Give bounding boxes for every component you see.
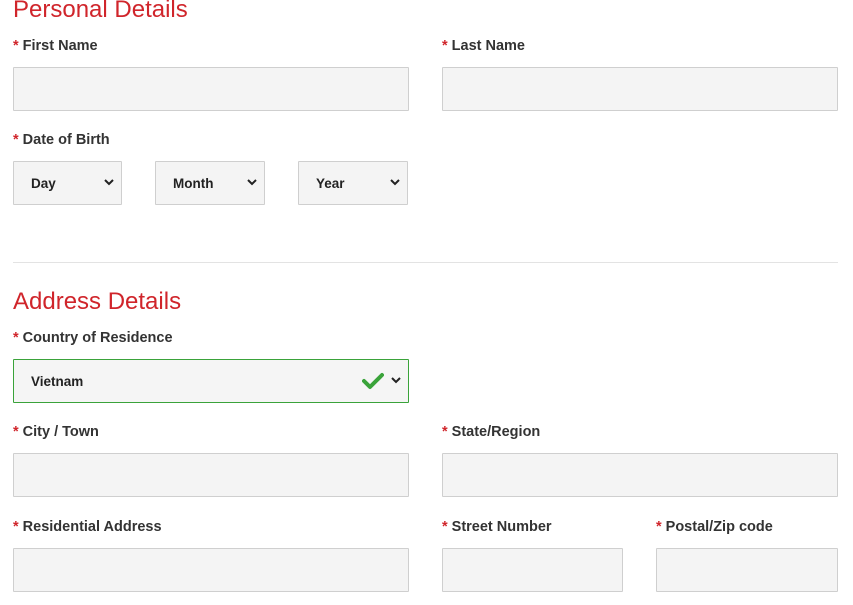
chevron-down-icon <box>391 377 401 384</box>
first-name-input[interactable] <box>13 67 409 111</box>
last-name-input[interactable] <box>442 67 838 111</box>
country-label-text: Country of Residence <box>22 330 173 346</box>
state-label: * State/Region <box>442 423 540 441</box>
required-marker: * <box>656 519 662 535</box>
street-number-input[interactable] <box>442 548 623 592</box>
city-label-text: City / Town <box>22 424 99 440</box>
last-name-label-text: Last Name <box>451 38 525 54</box>
dob-year-value: Year <box>316 175 345 191</box>
dob-day-select[interactable]: Day <box>13 161 122 205</box>
address-details-title: Address Details <box>13 288 182 315</box>
required-marker: * <box>13 519 19 535</box>
required-marker: * <box>442 38 448 54</box>
required-marker: * <box>442 519 448 535</box>
postal-code-label-text: Postal/Zip code <box>665 519 773 535</box>
city-label: * City / Town <box>13 423 99 441</box>
residential-address-label: * Residential Address <box>13 518 162 536</box>
last-name-label: * Last Name <box>442 37 525 55</box>
dob-month-select[interactable]: Month <box>155 161 265 205</box>
required-marker: * <box>13 38 19 54</box>
section-divider <box>13 262 838 263</box>
country-select[interactable]: Vietnam <box>13 359 409 403</box>
chevron-down-icon <box>390 179 400 186</box>
chevron-down-icon <box>247 179 257 186</box>
first-name-label: * First Name <box>13 37 98 55</box>
residential-address-label-text: Residential Address <box>22 519 162 535</box>
country-label: * Country of Residence <box>13 329 173 347</box>
country-value: Vietnam <box>31 373 84 389</box>
date-of-birth-label-text: Date of Birth <box>22 132 110 148</box>
dob-day-value: Day <box>31 175 56 191</box>
required-marker: * <box>442 424 448 440</box>
required-marker: * <box>13 132 19 148</box>
city-input[interactable] <box>13 453 409 497</box>
first-name-label-text: First Name <box>22 38 98 54</box>
dob-month-value: Month <box>173 175 214 191</box>
postal-code-input[interactable] <box>656 548 838 592</box>
residential-address-input[interactable] <box>13 548 409 592</box>
state-input[interactable] <box>442 453 838 497</box>
street-number-label: * Street Number <box>442 518 552 536</box>
dob-year-select[interactable]: Year <box>298 161 408 205</box>
checkmark-icon <box>362 373 384 389</box>
date-of-birth-label: * Date of Birth <box>13 131 110 149</box>
street-number-label-text: Street Number <box>451 519 552 535</box>
required-marker: * <box>13 330 19 346</box>
required-marker: * <box>13 424 19 440</box>
state-label-text: State/Region <box>451 424 541 440</box>
postal-code-label: * Postal/Zip code <box>656 518 773 536</box>
personal-details-title: Personal Details <box>13 0 188 23</box>
chevron-down-icon <box>104 179 114 186</box>
